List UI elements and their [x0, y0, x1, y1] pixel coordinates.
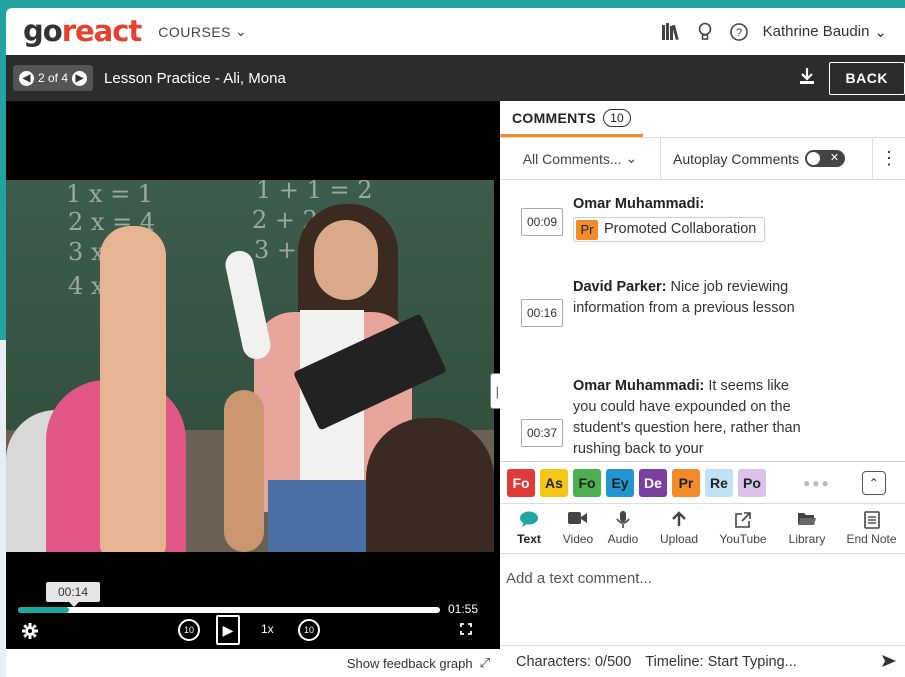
seek-bar-progress [18, 607, 69, 613]
library-books-icon[interactable] [661, 22, 681, 42]
comment-list[interactable]: 00:09 Omar Muhammadi: Pr Promoted Collab… [500, 180, 905, 461]
feedback-graph-toggle[interactable]: Show feedback graph ⤢ [6, 649, 500, 677]
comment-type-toolbar: Text Video Audio Upload YouTube Library … [500, 503, 905, 553]
character-count: Characters: 0/500 [516, 653, 632, 670]
external-link-icon [734, 511, 752, 529]
chevron-down-icon: ⌄ [235, 23, 248, 39]
marker-button[interactable]: Fo [507, 468, 535, 497]
chevron-down-icon: ⌄ [625, 150, 638, 166]
comment-status-bar: Characters: 0/500 Timeline: Start Typing… [500, 645, 905, 677]
video-frame[interactable]: 1 x = 1 2 x = 4 3 x 4 x 1 + 1 = 2 2 + 2 … [6, 180, 494, 552]
help-icon[interactable]: ? [729, 22, 749, 42]
send-icon[interactable] [881, 654, 897, 671]
autoplay-toggle[interactable]: ✕ [805, 150, 846, 167]
fullscreen-icon[interactable] [460, 623, 472, 635]
marker-bar: Fo As Fo Ey De Pr Re Po ●●● ⌃ [500, 461, 905, 503]
autoplay-label: Autoplay Comments [673, 150, 800, 167]
lesson-header: ◀ 2 of 4 ▶ Lesson Practice - Ali, Mona B… [6, 55, 905, 101]
video-player[interactable]: 1 x = 1 2 x = 4 3 x 4 x 1 + 1 = 2 2 + 2 … [6, 101, 500, 649]
marker-button[interactable]: As [540, 468, 568, 497]
duration-label: 01:55 [448, 602, 479, 616]
raised-hand [100, 226, 166, 552]
tool-youtube[interactable]: YouTube [710, 504, 776, 553]
comment-author: Omar Muhammadi: [573, 196, 705, 212]
comment-text-input[interactable]: Add a text comment... [500, 553, 905, 645]
next-arrow-icon[interactable]: ▶ [72, 70, 88, 86]
more-markers-icon[interactable]: ●●● [803, 476, 831, 490]
timeline-label: Timeline: Start Typing... [645, 653, 797, 670]
tool-library[interactable]: Library [776, 504, 838, 553]
comment-filter-dropdown[interactable]: All Comments... ⌄ [500, 137, 661, 180]
marker-button[interactable]: Re [705, 468, 733, 497]
marker-button[interactable]: Pr [672, 468, 700, 497]
goreact-logo[interactable]: goreact [23, 17, 142, 46]
chevron-down-icon: ⌄ [874, 23, 887, 41]
speech-bubble-icon [519, 511, 539, 529]
top-nav: goreact COURSES ⌄ ? Kathrine Baudin ⌄ [6, 8, 905, 55]
tool-upload[interactable]: Upload [648, 504, 710, 553]
back-button[interactable]: BACK [828, 61, 905, 95]
microphone-icon [616, 511, 630, 529]
rewind-10-icon[interactable]: 10 [178, 619, 200, 641]
seek-bar[interactable] [18, 607, 440, 613]
more-options-icon[interactable]: ⋮ [872, 137, 905, 180]
expand-arrows-icon: ⤢ [479, 655, 490, 670]
comment-author: Omar Muhammadi: [573, 378, 705, 394]
comment-timestamp[interactable]: 00:09 [521, 208, 563, 236]
lesson-title: Lesson Practice - Ali, Mona [104, 69, 286, 87]
tab-comments[interactable]: COMMENTS 10 [500, 109, 644, 137]
note-icon [863, 511, 880, 529]
marker-button[interactable]: Ey [606, 468, 634, 497]
comment-timestamp[interactable]: 00:37 [521, 419, 563, 447]
previous-arrow-icon[interactable]: ◀ [19, 70, 34, 86]
tool-audio[interactable]: Audio [598, 504, 648, 553]
marker-button[interactable]: De [639, 468, 667, 497]
settings-gear-icon[interactable] [20, 621, 40, 641]
comments-panel: COMMENTS 10 All Comments... ⌄ Autoplay C… [500, 101, 905, 677]
current-time-bubble: 00:14 [46, 582, 100, 607]
comment-count-badge: 10 [603, 109, 632, 127]
marker-button[interactable]: Po [738, 468, 766, 497]
comment-author: David Parker: [573, 279, 667, 295]
comment-timestamp[interactable]: 00:16 [521, 299, 563, 327]
chevron-up-icon[interactable]: ⌃ [861, 470, 886, 495]
user-menu[interactable]: Kathrine Baudin ⌄ [763, 23, 887, 41]
tool-text[interactable]: Text [500, 504, 558, 553]
folder-icon [797, 511, 817, 529]
forward-10-icon[interactable]: 10 [298, 619, 320, 641]
download-icon[interactable] [799, 67, 815, 90]
upload-arrow-icon [671, 511, 687, 529]
session-pager: ◀ 2 of 4 ▶ [13, 65, 94, 91]
video-camera-icon [568, 511, 588, 529]
marker-tag: Pr Promoted Collaboration [573, 217, 766, 242]
lightbulb-icon[interactable] [695, 22, 715, 42]
tool-video[interactable]: Video [558, 504, 598, 553]
svg-text:?: ? [736, 27, 742, 39]
tool-end-note[interactable]: End Note [838, 504, 905, 553]
close-icon: ✕ [829, 152, 840, 164]
playback-speed[interactable]: 1x [261, 622, 274, 636]
courses-menu[interactable]: COURSES ⌄ [158, 23, 247, 40]
marker-button[interactable]: Fo [573, 468, 601, 497]
play-button[interactable]: ▶ [216, 615, 240, 645]
